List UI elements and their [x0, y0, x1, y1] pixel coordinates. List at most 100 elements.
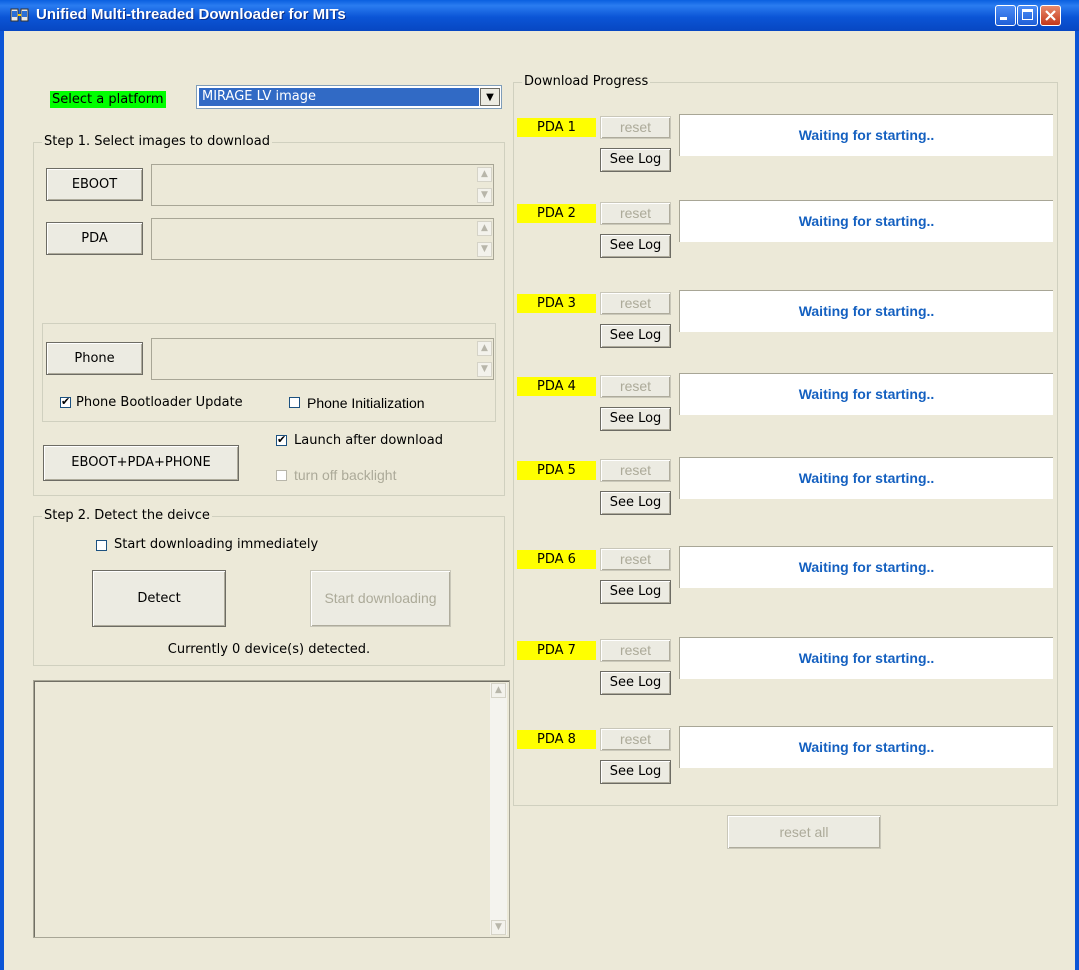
start-downloading-button[interactable]: Start downloading — [310, 570, 451, 627]
see-log-button[interactable]: See Log — [600, 324, 671, 348]
reset-button[interactable]: reset — [600, 639, 671, 662]
detect-button-label: Detect — [137, 591, 181, 606]
see-log-button-label: See Log — [609, 238, 662, 253]
phone-bootloader-checkbox[interactable]: ✔ — [60, 395, 71, 408]
status-box: Waiting for starting.. — [679, 637, 1053, 679]
reset-button[interactable]: reset — [600, 116, 671, 139]
status-text: Waiting for starting.. — [798, 650, 935, 666]
launch-after-download-checkbox[interactable]: ✔ — [276, 433, 287, 446]
reset-button-label: reset — [619, 462, 652, 478]
turn-off-backlight-label: turn off backlight — [294, 467, 397, 483]
app-icon — [10, 8, 29, 22]
scroll-up-icon[interactable]: ▲ — [477, 167, 492, 182]
phone-button-label: Phone — [74, 351, 115, 366]
scroll-down-icon[interactable]: ▼ — [477, 362, 492, 377]
status-box: Waiting for starting.. — [679, 457, 1053, 499]
reset-button-label: reset — [619, 731, 652, 747]
scroll-up-icon[interactable]: ▲ — [491, 683, 506, 698]
see-log-button[interactable]: See Log — [600, 760, 671, 784]
scroll-up-icon[interactable]: ▲ — [477, 221, 492, 236]
reset-button-label: reset — [619, 378, 652, 394]
reset-button[interactable]: reset — [600, 202, 671, 225]
reset-button-label: reset — [619, 642, 652, 658]
see-log-button[interactable]: See Log — [600, 580, 671, 604]
status-text: Waiting for starting.. — [798, 559, 935, 575]
platform-dropdown[interactable]: MIRAGE LV image ▼ — [196, 85, 502, 109]
pda-button-label: PDA — [81, 231, 108, 246]
reset-button[interactable]: reset — [600, 292, 671, 315]
close-button[interactable] — [1040, 5, 1061, 26]
download-progress-legend: Download Progress — [522, 74, 651, 89]
reset-button[interactable]: reset — [600, 375, 671, 398]
reset-button[interactable]: reset — [600, 728, 671, 751]
pda-label: PDA 3 — [517, 294, 596, 313]
platform-selected: MIRAGE LV image — [199, 88, 479, 106]
chevron-down-icon: ▼ — [486, 92, 494, 103]
reset-button-label: reset — [619, 119, 652, 135]
turn-off-backlight-checkbox[interactable] — [276, 470, 287, 481]
eboot-pda-phone-label: EBOOT+PDA+PHONE — [71, 455, 211, 470]
reset-button-label: reset — [619, 205, 652, 221]
title-bar: Unified Multi-threaded Downloader for MI… — [0, 0, 1079, 31]
close-icon — [1045, 10, 1056, 21]
see-log-button[interactable]: See Log — [600, 148, 671, 172]
maximize-button[interactable] — [1017, 5, 1038, 26]
pda-label: PDA 2 — [517, 204, 596, 223]
log-textarea[interactable]: ▲ ▼ — [33, 680, 510, 938]
status-box: Waiting for starting.. — [679, 726, 1053, 768]
detect-button[interactable]: Detect — [92, 570, 226, 627]
step2-legend: Step 2. Detect the deivce — [42, 508, 212, 523]
window-title: Unified Multi-threaded Downloader for MI… — [36, 6, 346, 23]
status-text: Waiting for starting.. — [798, 213, 935, 229]
status-box: Waiting for starting.. — [679, 114, 1053, 156]
reset-button[interactable]: reset — [600, 459, 671, 482]
launch-after-download-label: Launch after download — [294, 433, 443, 448]
detected-count: Currently 0 device(s) detected. — [167, 642, 371, 657]
status-box: Waiting for starting.. — [679, 200, 1053, 242]
status-text: Waiting for starting.. — [798, 127, 935, 143]
minimize-icon — [1000, 17, 1007, 20]
download-progress-group: Download Progress — [513, 74, 1058, 806]
eboot-path-field[interactable]: ▲ ▼ — [151, 164, 494, 206]
see-log-button[interactable]: See Log — [600, 491, 671, 515]
status-box: Waiting for starting.. — [679, 546, 1053, 588]
pda-label: PDA 7 — [517, 641, 596, 660]
see-log-button-label: See Log — [609, 411, 662, 426]
reset-button[interactable]: reset — [600, 548, 671, 571]
dropdown-button[interactable]: ▼ — [480, 88, 500, 106]
step1-legend: Step 1. Select images to download — [42, 134, 272, 149]
phone-bootloader-label: Phone Bootloader Update — [76, 395, 243, 410]
see-log-button-label: See Log — [609, 328, 662, 343]
pda-label: PDA 5 — [517, 461, 596, 480]
see-log-button-label: See Log — [609, 764, 662, 779]
see-log-button[interactable]: See Log — [600, 234, 671, 258]
window-frame-left — [0, 31, 4, 970]
log-scrollbar[interactable]: ▲ ▼ — [490, 683, 507, 935]
checkmark-icon: ✔ — [61, 395, 71, 408]
phone-button[interactable]: Phone — [46, 342, 143, 375]
see-log-button[interactable]: See Log — [600, 671, 671, 695]
eboot-button[interactable]: EBOOT — [46, 168, 143, 201]
eboot-pda-phone-button[interactable]: EBOOT+PDA+PHONE — [43, 445, 239, 481]
see-log-button[interactable]: See Log — [600, 407, 671, 431]
checkmark-icon: ✔ — [277, 433, 287, 446]
platform-label: Select a platform — [50, 91, 166, 108]
pda-label: PDA 4 — [517, 377, 596, 396]
start-immediately-checkbox[interactable] — [96, 540, 107, 551]
scroll-down-icon[interactable]: ▼ — [491, 920, 506, 935]
pda-button[interactable]: PDA — [46, 222, 143, 255]
phone-path-field[interactable]: ▲ ▼ — [151, 338, 494, 380]
start-immediately-label: Start downloading immediately — [114, 537, 319, 552]
minimize-button[interactable] — [995, 5, 1016, 26]
phone-initialization-label: Phone Initialization — [307, 395, 425, 411]
scroll-up-icon[interactable]: ▲ — [477, 341, 492, 356]
scroll-down-icon[interactable]: ▼ — [477, 242, 492, 257]
reset-button-label: reset — [619, 295, 652, 311]
scroll-down-icon[interactable]: ▼ — [477, 188, 492, 203]
pda-label: PDA 1 — [517, 118, 596, 137]
eboot-button-label: EBOOT — [71, 177, 118, 192]
reset-all-button[interactable]: reset all — [727, 815, 881, 849]
status-box: Waiting for starting.. — [679, 290, 1053, 332]
pda-path-field[interactable]: ▲ ▼ — [151, 218, 494, 260]
phone-initialization-checkbox[interactable] — [289, 397, 300, 408]
